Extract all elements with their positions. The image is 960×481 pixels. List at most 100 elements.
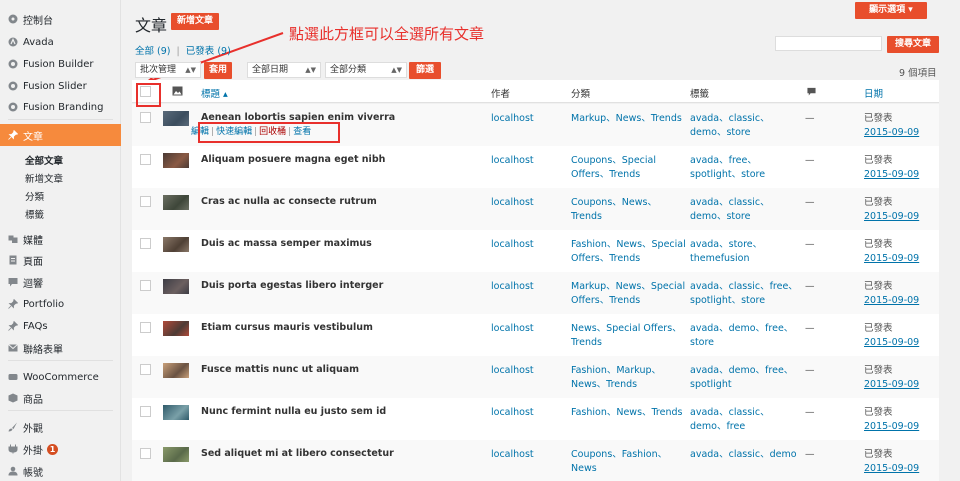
post-categories[interactable]: Coupons、News、Trends	[571, 196, 686, 224]
submenu-tags[interactable]: 標籤	[25, 207, 44, 221]
post-categories[interactable]: Coupons、Special Offers、Trends	[571, 154, 686, 182]
row-checkbox[interactable]	[140, 196, 151, 207]
post-comments: —	[805, 365, 815, 376]
product-icon	[8, 393, 18, 403]
post-date-value: 2015-09-09	[864, 295, 920, 306]
post-comments: —	[805, 197, 815, 208]
post-author[interactable]: localhost	[491, 406, 534, 420]
post-tags[interactable]: avada、classic、demo、store	[690, 196, 800, 224]
menu-label: 聯絡表單	[23, 344, 63, 356]
row-checkbox[interactable]	[140, 280, 151, 291]
row-checkbox[interactable]	[140, 154, 151, 165]
user-icon	[8, 466, 18, 476]
menu-posts[interactable]: 文章	[0, 124, 121, 146]
post-title-link[interactable]: Aliquam posuere magna eget nibh	[201, 154, 385, 165]
submenu-categories[interactable]: 分類	[25, 189, 44, 203]
filter-button[interactable]: 篩選	[409, 62, 441, 79]
post-date: 已發表 2015-09-09	[864, 322, 934, 350]
fusion-slider-icon	[8, 81, 18, 91]
post-categories[interactable]: Fashion、Markup、News、Trends	[571, 364, 686, 392]
screen-options-button[interactable]: 顯示選項 ▾	[855, 2, 927, 19]
post-thumbnail	[163, 153, 189, 168]
menu-label: Fusion Builder	[23, 58, 94, 70]
post-tags[interactable]: avada、demo、free、spotlight	[690, 364, 800, 392]
table-row: Aliquam posuere magna eget nibh localhost…	[132, 146, 939, 188]
post-author[interactable]: localhost	[491, 280, 534, 294]
post-categories[interactable]: Fashion、News、Trends	[571, 406, 686, 420]
post-categories[interactable]: News、Special Offers、Trends	[571, 322, 686, 350]
menu-users[interactable]: 帳號	[0, 460, 121, 481]
menu-contact-forms[interactable]: 聯絡表單	[0, 337, 121, 359]
filter-all-link[interactable]: 全部 (9)	[135, 46, 171, 57]
post-date-value: 2015-09-09	[864, 463, 920, 474]
row-checkbox[interactable]	[140, 112, 151, 123]
post-author[interactable]: localhost	[491, 448, 534, 462]
post-author[interactable]: localhost	[491, 154, 534, 168]
post-author[interactable]: localhost	[491, 196, 534, 210]
post-tags[interactable]: avada、free、spotlight、store	[690, 154, 800, 182]
status-filter: 全部 (9) | 已發表 (9)	[135, 46, 231, 57]
post-tags[interactable]: avada、demo、free、store	[690, 322, 800, 350]
menu-pages[interactable]: 頁面	[0, 249, 121, 271]
menu-products[interactable]: 商品	[0, 387, 121, 409]
row-checkbox[interactable]	[140, 406, 151, 417]
menu-avada[interactable]: Avada	[0, 31, 121, 53]
bulk-action-select[interactable]: 批次管理 ▲▼	[135, 62, 201, 78]
post-author[interactable]: localhost	[491, 112, 534, 126]
post-categories[interactable]: Markup、News、Trends	[571, 112, 686, 126]
menu-fusion-slider[interactable]: Fusion Slider	[0, 75, 121, 97]
apply-button[interactable]: 套用	[204, 62, 232, 79]
post-date: 已發表 2015-09-09	[864, 154, 934, 182]
row-checkbox[interactable]	[140, 322, 151, 333]
pin-icon	[8, 130, 18, 140]
post-tags[interactable]: avada、classic、demo、free	[690, 406, 800, 434]
search-input[interactable]	[775, 36, 882, 51]
menu-fusion-branding[interactable]: Fusion Branding	[0, 96, 121, 118]
post-categories[interactable]: Fashion、News、Special Offers、Trends	[571, 238, 686, 266]
filter-published-link[interactable]: 已發表 (9)	[186, 46, 231, 57]
search-posts-button[interactable]: 搜尋文章	[887, 36, 939, 53]
post-categories[interactable]: Coupons、Fashion、News	[571, 448, 686, 476]
submenu-add-new[interactable]: 新增文章	[25, 171, 63, 185]
col-title-header[interactable]: 標題 ▴	[201, 86, 228, 100]
menu-plugins[interactable]: 外掛 1	[0, 438, 121, 460]
post-author[interactable]: localhost	[491, 322, 534, 336]
table-row: Duis ac massa semper maximus localhost Fas…	[132, 230, 939, 272]
post-title-link[interactable]: Nunc fermint nulla eu justo sem id	[201, 406, 386, 417]
chevron-down-icon: ▲▼	[185, 66, 196, 74]
date-filter-select[interactable]: 全部日期 ▲▼	[247, 62, 321, 78]
post-tags[interactable]: avada、classic、demo、store	[690, 112, 800, 140]
col-date-header[interactable]: 日期	[864, 86, 883, 100]
post-date: 已發表 2015-09-09	[864, 448, 934, 476]
menu-woocommerce[interactable]: WooCommerce	[0, 366, 121, 388]
menu-portfolio[interactable]: Portfolio	[0, 293, 121, 315]
post-title-link[interactable]: Cras ac nulla ac consecte rutrum	[201, 196, 377, 207]
pin-icon	[8, 321, 18, 331]
menu-faqs[interactable]: FAQs	[0, 315, 121, 337]
post-author[interactable]: localhost	[491, 238, 534, 252]
post-tags[interactable]: avada、classic、demo	[690, 448, 800, 462]
menu-dashboard[interactable]: 控制台	[0, 8, 121, 30]
row-checkbox[interactable]	[140, 448, 151, 459]
post-title-link[interactable]: Duis porta egestas libero interger	[201, 280, 383, 291]
row-checkbox[interactable]	[140, 238, 151, 249]
post-tags[interactable]: avada、store、themefusion	[690, 238, 800, 266]
menu-comments[interactable]: 迴響	[0, 271, 121, 293]
post-title-link[interactable]: Etiam cursus mauris vestibulum	[201, 322, 373, 333]
post-categories[interactable]: Markup、News、Special Offers、Trends	[571, 280, 686, 308]
post-title-link[interactable]: Fusce mattis nunc ut aliquam	[201, 364, 359, 375]
post-tags[interactable]: avada、classic、free、spotlight、store	[690, 280, 800, 308]
submenu-all-posts[interactable]: 全部文章	[25, 153, 63, 167]
menu-media[interactable]: 媒體	[0, 228, 121, 250]
category-filter-select[interactable]: 全部分類 ▲▼	[325, 62, 407, 78]
comment-icon	[807, 87, 816, 96]
post-author[interactable]: localhost	[491, 364, 534, 378]
post-title-link[interactable]: Duis ac massa semper maximus	[201, 238, 372, 249]
col-categories-header: 分類	[571, 89, 591, 100]
menu-appearance[interactable]: 外觀	[0, 416, 121, 438]
menu-fusion-builder[interactable]: Fusion Builder	[0, 53, 121, 75]
post-comments: —	[805, 281, 815, 292]
post-title-link[interactable]: Sed aliquet mi at libero consectetur	[201, 448, 394, 459]
post-date-value: 2015-09-09	[864, 253, 920, 264]
row-checkbox[interactable]	[140, 364, 151, 375]
